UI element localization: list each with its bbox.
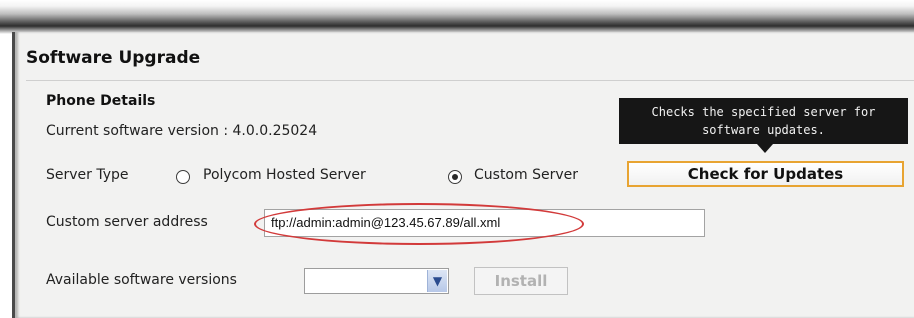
current-software-version: Current software version : 4.0.0.25024 [46, 123, 318, 139]
custom-server-address-label: Custom server address [46, 214, 208, 230]
tooltip-line-1: Checks the specified server for [651, 105, 876, 119]
highlight-ellipse-annotation [254, 203, 584, 245]
available-versions-select[interactable]: ▼ [304, 268, 449, 294]
title-divider [26, 80, 914, 81]
window-top-shadow [0, 0, 914, 34]
section-title-phone-details: Phone Details [46, 93, 156, 109]
install-button[interactable]: Install [474, 267, 568, 295]
chevron-down-icon[interactable]: ▼ [427, 270, 447, 292]
available-software-versions-label: Available software versions [46, 272, 237, 288]
panel-title: Software Upgrade [26, 48, 201, 68]
radio-label-custom-server[interactable]: Custom Server [474, 167, 578, 183]
tooltip-pointer [757, 144, 773, 153]
radio-label-polycom-hosted-server[interactable]: Polycom Hosted Server [203, 167, 366, 183]
radio-custom-server[interactable] [448, 170, 462, 184]
radio-polycom-hosted-server[interactable] [176, 170, 190, 184]
server-type-label: Server Type [46, 167, 129, 183]
check-updates-tooltip: Checks the specified server for software… [619, 98, 908, 144]
check-for-updates-button[interactable]: Check for Updates [627, 161, 904, 187]
tooltip-line-2: software updates. [702, 123, 825, 137]
